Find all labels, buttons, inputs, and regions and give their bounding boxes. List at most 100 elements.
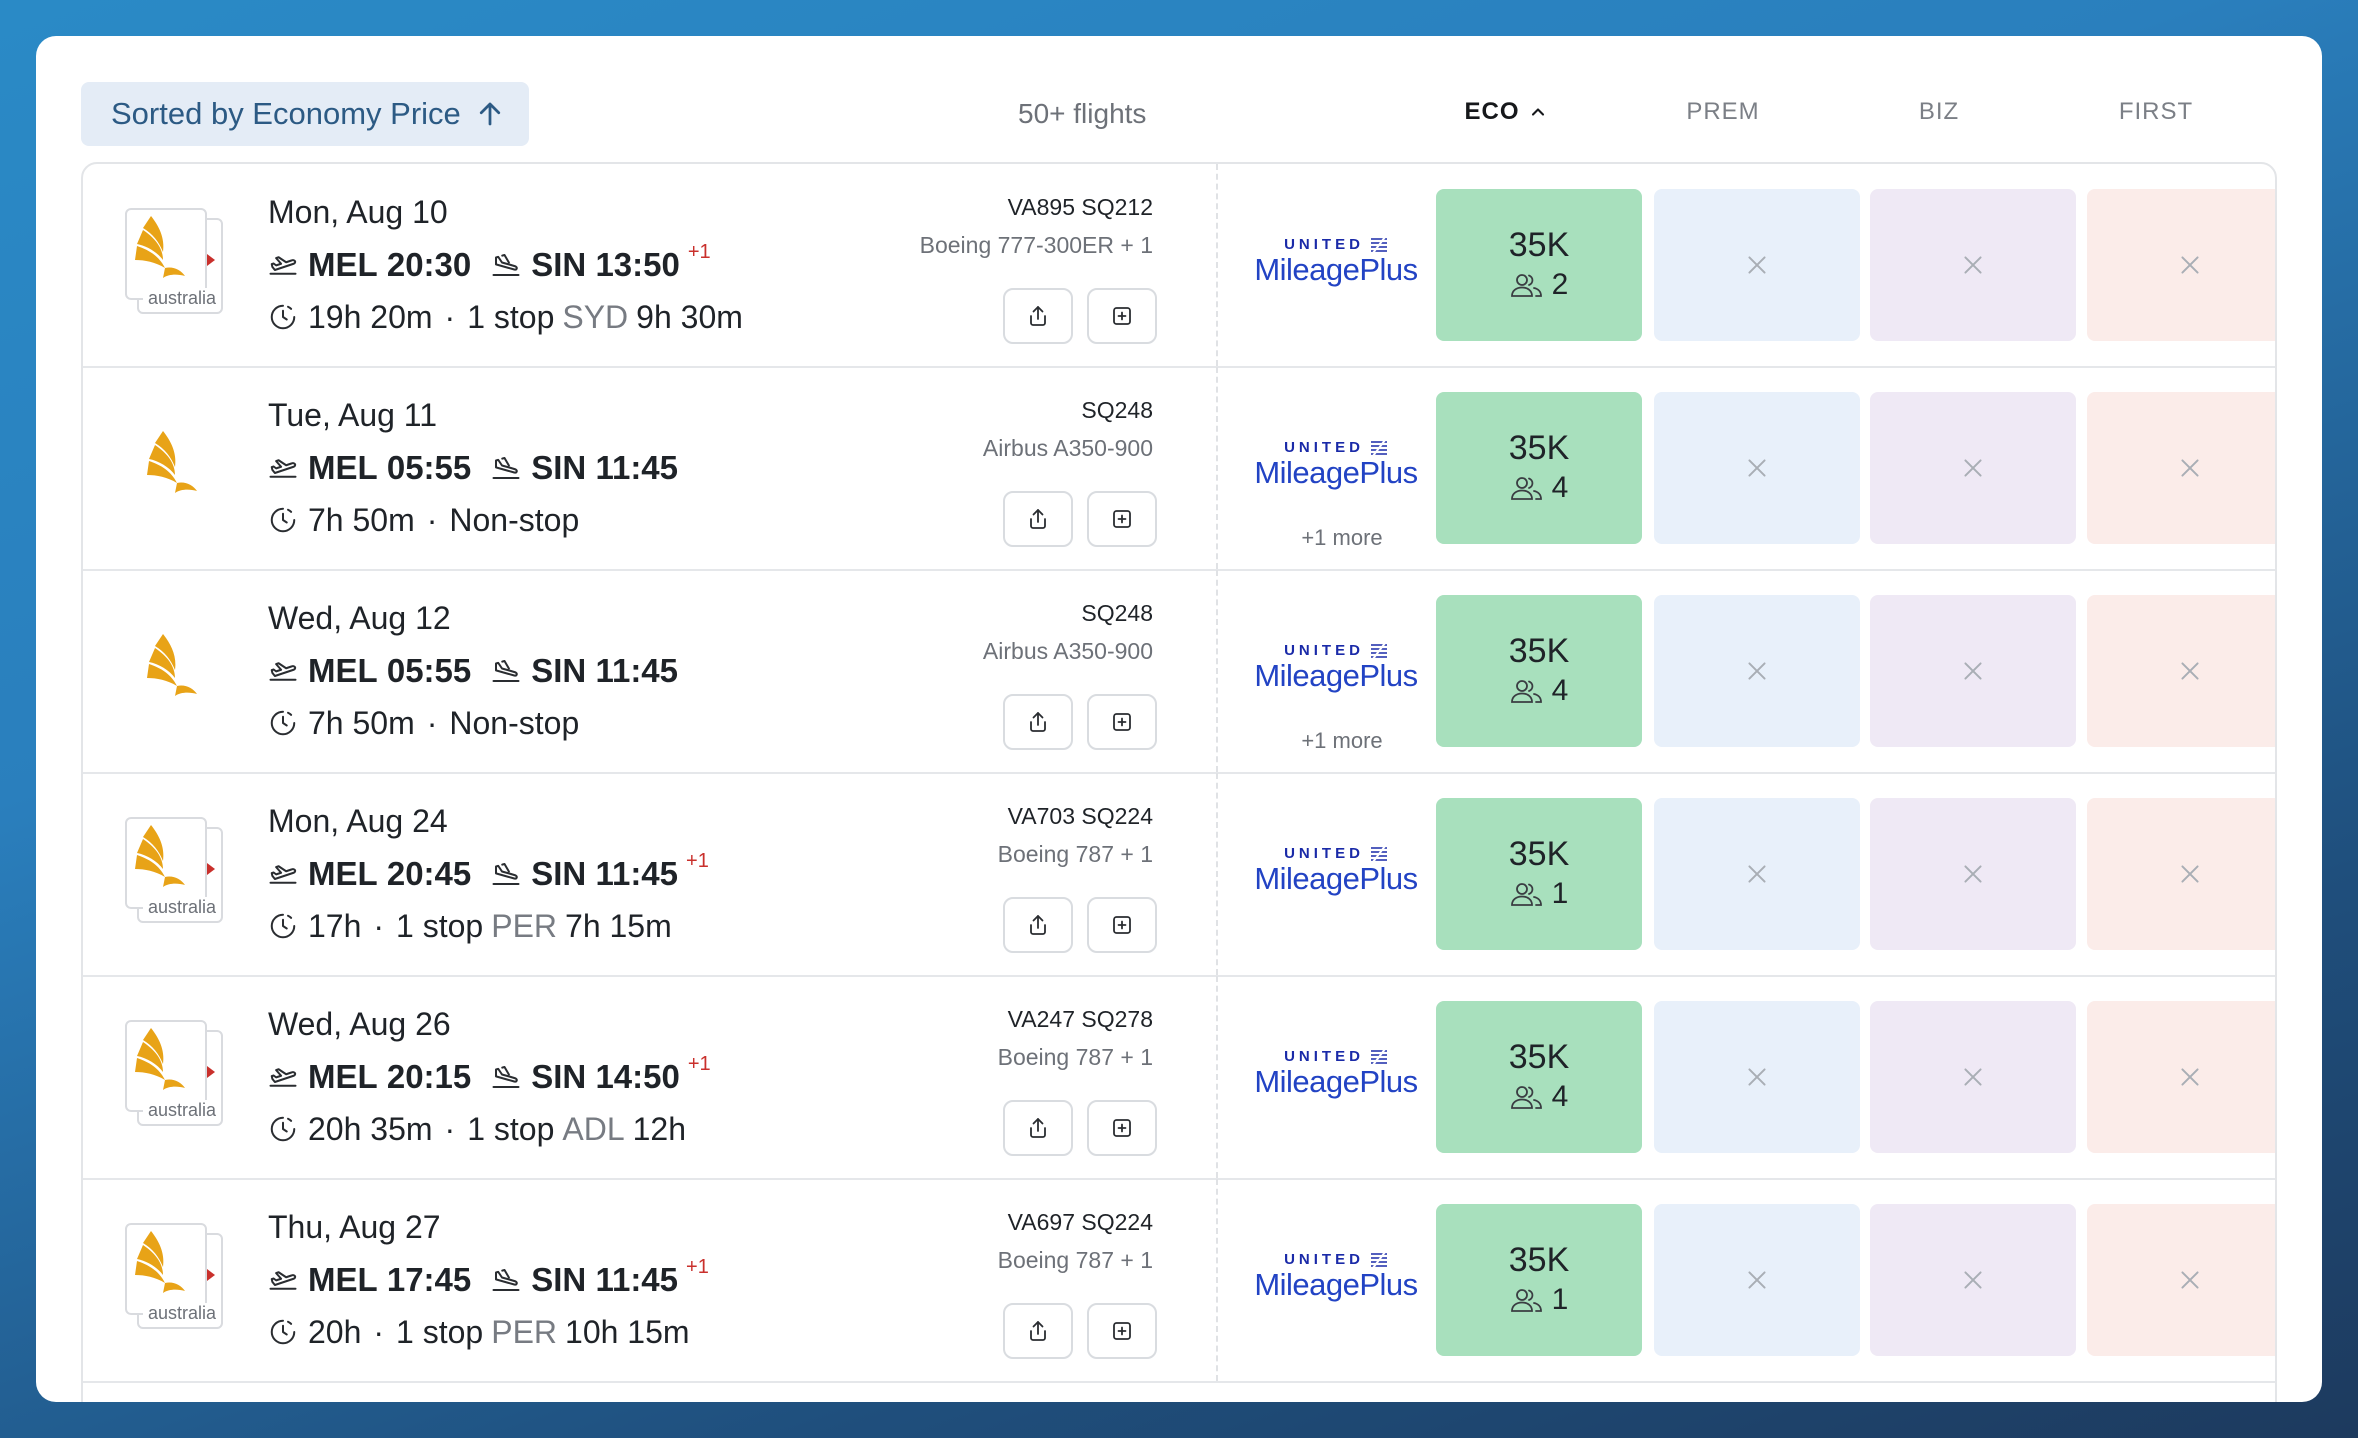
singapore-bird-icon (135, 216, 185, 278)
business-award-cell[interactable] (1870, 1001, 2076, 1153)
layover-duration: 7h 15m (565, 907, 672, 944)
arrow-up-icon (479, 102, 500, 126)
first-award-cell[interactable] (2087, 1001, 2275, 1153)
add-button[interactable] (1087, 694, 1157, 750)
business-award-cell[interactable] (1870, 595, 2076, 747)
passengers-icon (1510, 680, 1542, 703)
passengers-icon (1510, 477, 1542, 500)
first-award-cell[interactable] (2087, 1204, 2275, 1356)
mileageplus-wordmark: MileagePlus (1254, 861, 1418, 896)
plus-square-icon (1113, 1119, 1131, 1137)
first-award-cell[interactable] (2087, 595, 2275, 747)
premium-award-cell[interactable] (1654, 189, 1860, 341)
add-button[interactable] (1087, 491, 1157, 547)
unavailable-x-icon (1964, 459, 1982, 477)
economy-award-cell[interactable]: 35K 4 (1436, 1001, 1642, 1153)
first-award-cell[interactable] (2087, 189, 2275, 341)
stops-text: 1 stop (467, 1110, 555, 1147)
business-award-cell[interactable] (1870, 392, 2076, 544)
row-divider (1216, 976, 1218, 1178)
arrival-time: 11:45 (595, 1261, 679, 1298)
cabin-header-eco[interactable]: ECO (1402, 98, 1610, 126)
departure-airport: MEL (308, 652, 378, 689)
airline-logo: australia (125, 208, 225, 318)
economy-seats: 4 (1510, 468, 1568, 508)
flight-row-1[interactable]: australia Mon, Aug 10 MEL 20:30 SIN 13:5… (83, 164, 2275, 368)
add-button[interactable] (1087, 288, 1157, 344)
more-programs-link[interactable]: +1 more (1253, 728, 1431, 754)
departure-airport: MEL (308, 855, 378, 892)
mileageplus-wordmark: MileagePlus (1254, 1267, 1418, 1302)
row-divider (1216, 1179, 1218, 1381)
flight-row-5[interactable]: australia Wed, Aug 26 MEL 20:15 SIN 14:5… (83, 976, 2275, 1180)
economy-award-cell[interactable]: 35K 4 (1436, 595, 1642, 747)
premium-award-cell[interactable] (1654, 392, 1860, 544)
cabin-header-biz[interactable]: BIZ (1835, 98, 2043, 126)
economy-award-cell[interactable]: 35K 1 (1436, 798, 1642, 950)
share-button[interactable] (1003, 288, 1073, 344)
cabin-header-first[interactable]: FIRST (2052, 98, 2260, 126)
va-red-mark (207, 863, 215, 875)
flight-row-3[interactable]: Wed, Aug 12 MEL 05:55 SIN 11:45 7h 50m ·… (83, 570, 2275, 774)
layover-airport: PER (491, 1313, 558, 1350)
economy-award-cell[interactable]: 35K 2 (1436, 189, 1642, 341)
stops-text: Non-stop (449, 501, 580, 538)
takeoff-icon (269, 1271, 297, 1290)
va-red-mark (207, 1066, 215, 1078)
premium-award-cell[interactable] (1654, 1204, 1860, 1356)
share-button[interactable] (1003, 694, 1073, 750)
premium-award-cell[interactable] (1654, 798, 1860, 950)
unavailable-x-icon (1964, 865, 1982, 883)
flight-row-2[interactable]: Tue, Aug 11 MEL 05:55 SIN 11:45 7h 50m ·… (83, 367, 2275, 571)
business-award-cell[interactable] (1870, 1204, 2076, 1356)
flight-date: Thu, Aug 27 (268, 1209, 441, 1245)
clock-icon (270, 1116, 296, 1142)
share-button[interactable] (1003, 491, 1073, 547)
layover-duration: 9h 30m (636, 298, 743, 335)
separator-dot: · (444, 1110, 456, 1147)
business-award-cell[interactable] (1870, 189, 2076, 341)
row-divider (1216, 164, 1218, 366)
sort-button[interactable]: Sorted by Economy Price (81, 82, 529, 146)
landing-icon (492, 457, 520, 479)
economy-seats: 4 (1510, 1077, 1568, 1117)
flight-row-6[interactable]: australia Thu, Aug 27 MEL 17:45 SIN 11:4… (83, 1179, 2275, 1383)
economy-seats: 1 (1510, 874, 1568, 914)
arrival-time: 13:50 (595, 246, 680, 283)
share-button[interactable] (1003, 1100, 1073, 1156)
share-icon (1030, 915, 1046, 935)
flight-times: MEL 20:30 SIN 13:50 +1 (268, 241, 711, 285)
share-button[interactable] (1003, 1303, 1073, 1359)
next-day-indicator: +1 (686, 1256, 709, 1278)
aircraft-type: Airbus A350-900 (982, 638, 1153, 664)
add-button[interactable] (1087, 1100, 1157, 1156)
economy-award-cell[interactable]: 35K 4 (1436, 392, 1642, 544)
flight-times: MEL 05:55 SIN 11:45 (268, 448, 678, 488)
arrival-airport: SIN (531, 1058, 587, 1095)
arrival-airport: SIN (531, 246, 587, 283)
first-award-cell[interactable] (2087, 392, 2275, 544)
arrival-time: 11:45 (595, 652, 679, 689)
share-button[interactable] (1003, 897, 1073, 953)
duration-text: 19h 20m (308, 298, 433, 335)
business-award-cell[interactable] (1870, 798, 2076, 950)
va-red-mark (207, 254, 215, 266)
flight-duration: 7h 50m · Non-stop (268, 500, 579, 540)
row-divider (1216, 367, 1218, 569)
va-caption: australia (143, 288, 221, 308)
singapore-bird-icon (135, 1231, 185, 1293)
add-button[interactable] (1087, 897, 1157, 953)
more-programs-link[interactable]: +1 more (1253, 525, 1431, 551)
first-award-cell[interactable] (2087, 798, 2275, 950)
va-red-mark (207, 1269, 215, 1281)
share-icon (1030, 1321, 1046, 1341)
takeoff-icon (269, 1068, 297, 1087)
departure-time: 20:45 (386, 855, 472, 892)
add-button[interactable] (1087, 1303, 1157, 1359)
flight-row-4[interactable]: australia Mon, Aug 24 MEL 20:45 SIN 11:4… (83, 773, 2275, 977)
economy-award-cell[interactable]: 35K 1 (1436, 1204, 1642, 1356)
premium-award-cell[interactable] (1654, 1001, 1860, 1153)
premium-award-cell[interactable] (1654, 595, 1860, 747)
mileageplus-wordmark: MileagePlus (1254, 252, 1418, 287)
cabin-header-prem[interactable]: PREM (1619, 98, 1827, 126)
